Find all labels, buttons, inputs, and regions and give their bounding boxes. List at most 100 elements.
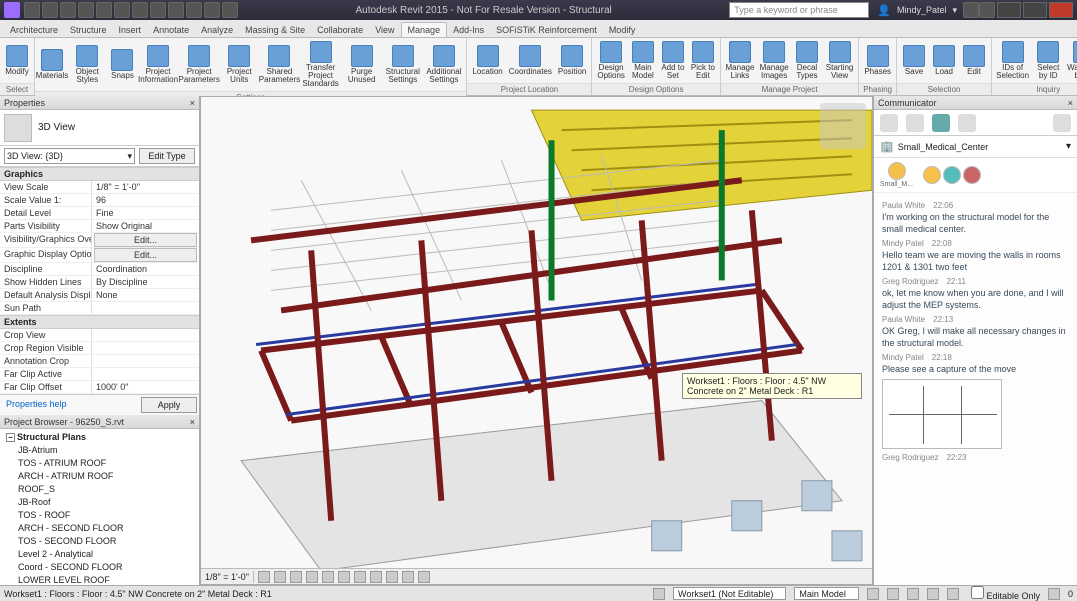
additional-settings-button[interactable]: Additional Settings xyxy=(424,44,463,85)
tree-node[interactable]: TOS - ATRIUM ROOF xyxy=(4,457,195,470)
window-close-button[interactable] xyxy=(1049,2,1073,18)
prop-row[interactable]: Sun Path xyxy=(0,302,199,315)
editable-only-checkbox[interactable] xyxy=(971,586,984,599)
tree-node[interactable]: JB-Roof xyxy=(4,496,195,509)
chat-icon[interactable] xyxy=(932,114,950,132)
prop-value[interactable]: Coordination xyxy=(92,263,199,275)
tree-node[interactable]: LOWER LEVEL ROOF xyxy=(4,574,195,585)
edit-type-button[interactable]: Edit Type xyxy=(139,148,195,164)
prop-row[interactable]: Show Hidden LinesBy Discipline xyxy=(0,276,199,289)
transfer-standards-button[interactable]: Transfer Project Standards xyxy=(301,40,340,89)
select-underlay-icon[interactable] xyxy=(887,588,899,600)
project-information-button[interactable]: Project Information xyxy=(138,44,177,85)
temporary-hide-icon[interactable] xyxy=(386,571,398,583)
manage-links-button[interactable]: Manage Links xyxy=(724,40,756,81)
prop-value[interactable]: 1000' 0" xyxy=(92,381,199,393)
activity-icon[interactable] xyxy=(958,114,976,132)
prop-row[interactable]: Parts VisibilityShow Original xyxy=(0,220,199,233)
tab-insert[interactable]: Insert xyxy=(113,23,148,37)
edit-sel-button[interactable]: Edit xyxy=(960,44,988,77)
phases-button[interactable]: Phases xyxy=(862,44,893,77)
instance-selector[interactable]: 3D View: {3D} ▾ xyxy=(4,148,135,164)
prop-value[interactable]: None xyxy=(92,289,199,301)
starting-view-button[interactable]: Starting View xyxy=(824,40,856,81)
prop-row[interactable]: DisciplineCoordination xyxy=(0,263,199,276)
prop-value[interactable] xyxy=(92,342,199,354)
properties-close-icon[interactable]: × xyxy=(190,98,195,108)
prop-row[interactable]: Crop Region Visible xyxy=(0,342,199,355)
exchange-apps-icon[interactable] xyxy=(963,2,979,18)
qat-close-hidden-icon[interactable] xyxy=(186,2,202,18)
coordinates-button[interactable]: Coordinates xyxy=(507,44,554,77)
project-units-button[interactable]: Project Units xyxy=(221,44,258,85)
qat-undo-icon[interactable] xyxy=(60,2,76,18)
prop-row[interactable]: Detail LevelFine xyxy=(0,207,199,220)
qat-thin-lines-icon[interactable] xyxy=(168,2,184,18)
help-icon[interactable] xyxy=(979,2,995,18)
object-styles-button[interactable]: Object Styles xyxy=(68,44,106,85)
tree-node[interactable]: TOS - ROOF xyxy=(4,509,195,522)
tree-node[interactable]: JB-Atrium xyxy=(4,444,195,457)
qat-switch-window-icon[interactable] xyxy=(222,2,238,18)
worksharing-display-icon[interactable] xyxy=(418,571,430,583)
lock-3d-icon[interactable] xyxy=(370,571,382,583)
qat-print-icon[interactable] xyxy=(96,2,112,18)
home-icon[interactable] xyxy=(880,114,898,132)
prop-row[interactable]: Far Clip Offset1000' 0" xyxy=(0,381,199,394)
tree-node[interactable]: ARCH - SECOND FLOOR xyxy=(4,522,195,535)
prop-row[interactable]: Annotation Crop xyxy=(0,355,199,368)
qat-save-icon[interactable] xyxy=(42,2,58,18)
prop-value[interactable]: Edit... xyxy=(94,248,197,262)
tree-node[interactable]: Coord - SECOND FLOOR xyxy=(4,561,195,574)
crop-view-icon[interactable] xyxy=(338,571,350,583)
help-search-input[interactable]: Type a keyword or phrase xyxy=(729,2,869,18)
modify-button[interactable]: Modify xyxy=(3,44,31,77)
add-to-set-button[interactable]: Add to Set xyxy=(659,40,687,81)
prop-value[interactable]: Fine xyxy=(92,207,199,219)
view-cube[interactable] xyxy=(820,103,866,149)
prop-row[interactable]: Graphic Display OptionsEdit... xyxy=(0,248,199,263)
snaps-button[interactable]: Snaps xyxy=(108,48,136,81)
chat-capture-thumbnail[interactable] xyxy=(882,379,1002,449)
tab-structure[interactable]: Structure xyxy=(64,23,113,37)
properties-help-link[interactable]: Properties help xyxy=(2,397,71,413)
save-sel-button[interactable]: Save xyxy=(900,44,928,77)
tree-node[interactable]: −Structural Plans xyxy=(4,431,195,444)
prop-row[interactable]: Visibility/Graphics OverridesEdit... xyxy=(0,233,199,248)
tab-manage[interactable]: Manage xyxy=(401,22,448,37)
apply-button[interactable]: Apply xyxy=(141,397,197,413)
prop-row[interactable]: View Scale1/8" = 1'-0" xyxy=(0,181,199,194)
qat-align-icon[interactable] xyxy=(132,2,148,18)
window-maximize-button[interactable] xyxy=(1023,2,1047,18)
structural-settings-button[interactable]: Structural Settings xyxy=(383,44,422,85)
reveal-hidden-icon[interactable] xyxy=(402,571,414,583)
tab-modify[interactable]: Modify xyxy=(603,23,642,37)
window-minimize-button[interactable] xyxy=(997,2,1021,18)
active-workset-selector[interactable]: Workset1 (Not Editable) xyxy=(673,587,786,600)
tab-collaborate[interactable]: Collaborate xyxy=(311,23,369,37)
prop-value[interactable]: Show Original xyxy=(92,220,199,232)
tab-architecture[interactable]: Architecture xyxy=(4,23,64,37)
ids-of-selection-button[interactable]: IDs of Selection xyxy=(995,40,1030,81)
main-model-button[interactable]: Main Model xyxy=(629,40,657,81)
prop-value[interactable]: Edit... xyxy=(94,233,197,247)
signed-in-user[interactable]: 👤 Mindy_Patel ▾ xyxy=(877,4,957,17)
shadows-icon[interactable] xyxy=(306,571,318,583)
prop-row[interactable]: Default Analysis Display St...None xyxy=(0,289,199,302)
avatar[interactable] xyxy=(923,166,941,184)
shared-parameters-button[interactable]: Shared Parameters xyxy=(260,44,299,85)
tab-sofistik-reinforcement[interactable]: SOFiSTiK Reinforcement xyxy=(490,23,603,37)
qat-measure-icon[interactable] xyxy=(114,2,130,18)
qat-sync-icon[interactable] xyxy=(204,2,220,18)
tree-node[interactable]: TOS - SECOND FLOOR xyxy=(4,535,195,548)
chat-message-list[interactable]: Paula White22:06I'm working on the struc… xyxy=(874,193,1077,585)
tab-add-ins[interactable]: Add-Ins xyxy=(447,23,490,37)
browser-close-icon[interactable]: × xyxy=(190,417,195,427)
materials-button[interactable]: Materials xyxy=(38,48,66,81)
decal-types-button[interactable]: Decal Types xyxy=(792,40,822,81)
3d-viewport[interactable]: Workset1 : Floors : Floor : 4.5" NW Conc… xyxy=(200,96,873,585)
prop-value[interactable] xyxy=(92,302,199,314)
prop-value[interactable]: By Discipline xyxy=(92,276,199,288)
position-button[interactable]: Position xyxy=(556,44,588,77)
pick-to-edit-button[interactable]: Pick to Edit xyxy=(689,40,717,81)
